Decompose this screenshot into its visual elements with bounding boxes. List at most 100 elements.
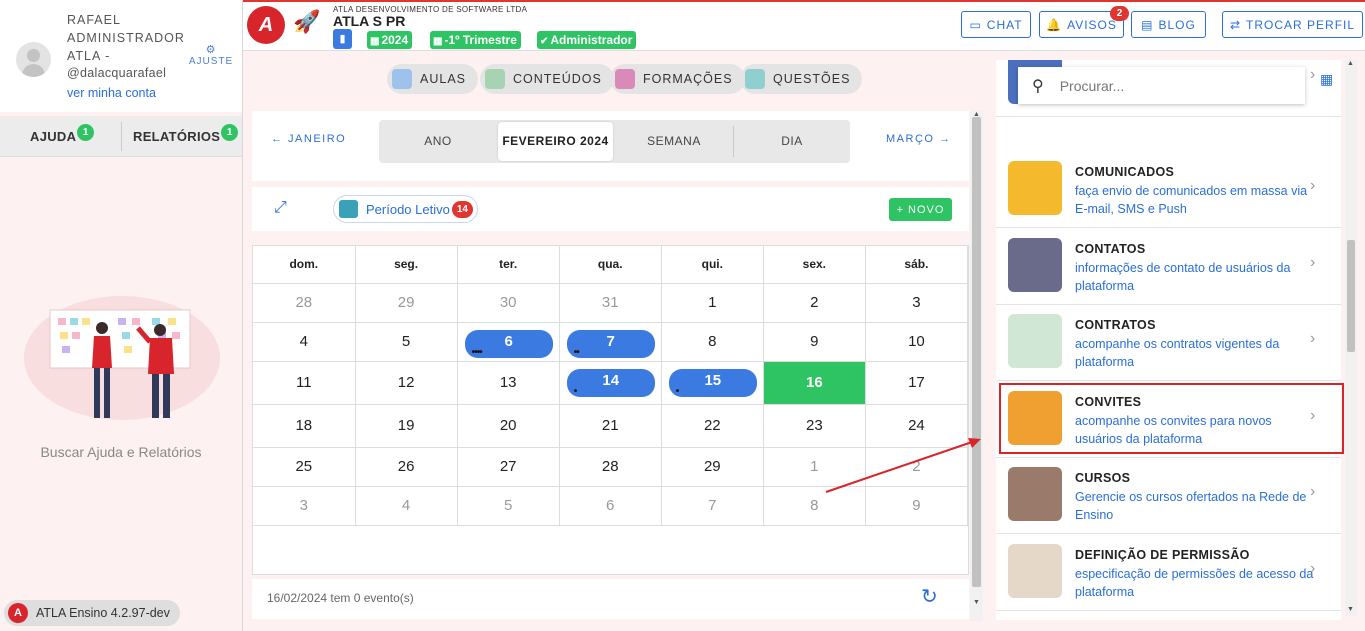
periodo-letivo-button[interactable]: Período Letivo 14	[333, 195, 478, 223]
calendar-day[interactable]: 14 •	[559, 361, 662, 405]
event-pill[interactable]: 14 •	[566, 368, 655, 397]
search-input[interactable]: Procurar...	[1060, 78, 1125, 94]
calendar-day[interactable]: 5	[457, 486, 560, 526]
menu-item-title: DEFINIÇÃO DE PERMISSÃO	[1075, 548, 1250, 562]
calendar-day[interactable]: 3	[865, 283, 969, 323]
category-aulas[interactable]: AULAS	[387, 64, 478, 94]
avatar[interactable]	[16, 42, 51, 77]
calendar-day[interactable]: 3	[253, 486, 356, 526]
scroll-down-icon[interactable]: ▼	[1347, 606, 1354, 613]
period-badge[interactable]: ▦ -1º Trimestre	[430, 31, 521, 49]
scroll-thumb[interactable]	[972, 117, 981, 587]
view-month[interactable]: FEVEREIRO 2024	[498, 122, 613, 161]
book-icon: ▤	[1141, 17, 1154, 32]
category-formacoes[interactable]: FORMAÇÕES	[610, 64, 745, 94]
questions-icon	[745, 69, 765, 89]
scroll-down-icon[interactable]: ▼	[973, 599, 980, 606]
calendar-day[interactable]: 26	[355, 447, 458, 487]
atla-logo-icon[interactable]: A	[247, 6, 285, 44]
menu-item[interactable]: COMUNICADOS faça envio de comunicados em …	[996, 151, 1341, 228]
calendar-day[interactable]: 6	[559, 486, 662, 526]
school-name[interactable]: ATLA S PR	[333, 13, 405, 29]
calendar-day[interactable]: 8	[661, 322, 764, 362]
calendar-day[interactable]: 13	[457, 361, 560, 405]
calendar-day[interactable]: 9	[763, 322, 866, 362]
calendar-day[interactable]: 7 ••	[559, 322, 662, 362]
next-month-link[interactable]: MARÇO →	[886, 133, 952, 145]
event-pill[interactable]: 7 ••	[566, 329, 655, 358]
calendar-area: AULAS CONTEÚDOS FORMAÇÕES QUESTÕES ← JAN…	[243, 51, 995, 631]
account-link[interactable]: ver minha conta	[67, 86, 156, 100]
role-badge[interactable]: ✔ Administrador	[537, 31, 637, 49]
tab-relatorios-count: 1	[221, 124, 239, 141]
calendar-day[interactable]: 11	[253, 361, 356, 405]
menu-item[interactable]: DEFINIÇÃO DE PERMISSÃO especificação de p…	[996, 534, 1341, 611]
blog-button[interactable]: ▤ BLOG	[1131, 11, 1206, 38]
view-week[interactable]: SEMANA	[615, 120, 733, 163]
calendar-day[interactable]: 10	[865, 322, 969, 362]
switch-profile-button[interactable]: ⇄ TROCAR PERFIL	[1222, 11, 1363, 38]
grid-icon[interactable]: ▦	[1320, 71, 1333, 88]
calendar-day[interactable]: 23	[763, 404, 866, 448]
panel-scrollbar[interactable]: ▲ ▼	[1345, 60, 1357, 616]
events-summary: 16/02/2024 tem 0 evento(s)	[267, 591, 414, 605]
chat-button[interactable]: ▭ CHAT	[961, 11, 1031, 38]
calendar-day[interactable]: 8	[763, 486, 866, 526]
expand-icon[interactable]: ⤢	[274, 199, 287, 217]
tab-ajuda[interactable]: AJUDA 1	[30, 116, 95, 157]
calendar-day[interactable]: 4	[355, 486, 458, 526]
menu-item[interactable]: CURSOS Gerencie os cursos ofertados na Re…	[996, 457, 1341, 534]
event-pill[interactable]: 15 •	[668, 368, 757, 397]
scrollbar[interactable]: ▲ ▼	[970, 111, 983, 621]
tab-relatorios[interactable]: RELATÓRIOS 1	[133, 116, 239, 157]
category-questoes[interactable]: QUESTÕES	[740, 64, 863, 94]
refresh-icon[interactable]: ↻	[921, 584, 938, 609]
calendar-day[interactable]: 19	[355, 404, 458, 448]
calendar-day[interactable]: 16	[763, 361, 866, 405]
calendar-day[interactable]: 17	[865, 361, 969, 405]
calendar-day[interactable]: 21	[559, 404, 662, 448]
menu-item[interactable]: CONTATOS informações de contato de usuári…	[996, 228, 1341, 305]
year-badge[interactable]: ▦ 2024	[367, 31, 413, 49]
view-year[interactable]: ANO	[379, 120, 497, 163]
calendar-day[interactable]: 15 •	[661, 361, 764, 405]
scroll-up-icon[interactable]: ▲	[1347, 60, 1354, 67]
category-conteudos[interactable]: CONTEÚDOS	[480, 64, 614, 94]
calendar-day[interactable]: 29	[661, 447, 764, 487]
prev-month-link[interactable]: ← JANEIRO	[271, 133, 346, 145]
calendar-day[interactable]: 20	[457, 404, 560, 448]
calendar-day[interactable]: 2	[763, 283, 866, 323]
calendar-day[interactable]: 25	[253, 447, 356, 487]
chart-icon[interactable]: ▮	[333, 29, 352, 49]
calendar-day[interactable]: 4	[253, 322, 356, 362]
calendar-day[interactable]: 30	[457, 283, 560, 323]
calendar-day[interactable]: 31	[559, 283, 662, 323]
calendar-day[interactable]: 2	[865, 447, 969, 487]
scroll-thumb[interactable]	[1347, 240, 1355, 352]
tab-relatorios-label: RELATÓRIOS	[133, 129, 221, 144]
new-event-button[interactable]: + NOVO	[889, 198, 952, 221]
event-pill[interactable]: 6 ••••	[464, 329, 553, 358]
search-box[interactable]: ⚲ Procurar...	[1018, 67, 1305, 104]
calendar-day[interactable]: 1	[661, 283, 764, 323]
settings-button[interactable]: ⚙ AJUSTE	[188, 44, 234, 67]
calendar-day[interactable]: 7	[661, 486, 764, 526]
menu-item[interactable]: CONTRATOS acompanhe os contratos vigentes…	[996, 304, 1341, 381]
calendar-day[interactable]: 18	[253, 404, 356, 448]
calendar-day[interactable]: 29	[355, 283, 458, 323]
calendar-day[interactable]: 22	[661, 404, 764, 448]
calendar-day[interactable]: 6 ••••	[457, 322, 560, 362]
calendar-day[interactable]: 5	[355, 322, 458, 362]
calendar-day[interactable]: 27	[457, 447, 560, 487]
calendar-day[interactable]: 24	[865, 404, 969, 448]
user-name: RAFAEL ADMINISTRADOR ATLA -	[67, 13, 185, 63]
calendar-footer: 16/02/2024 tem 0 evento(s) ↻	[252, 579, 969, 619]
calendar-day[interactable]: 28	[559, 447, 662, 487]
calendar-day[interactable]: 1	[763, 447, 866, 487]
view-day[interactable]: DIA	[734, 120, 850, 163]
chevron-right-icon: ›	[1310, 560, 1316, 577]
calendar-day[interactable]: 12	[355, 361, 458, 405]
calendar-day[interactable]: 9	[865, 486, 969, 526]
calendar-icon: ▦	[433, 36, 443, 47]
calendar-day[interactable]: 28	[253, 283, 356, 323]
